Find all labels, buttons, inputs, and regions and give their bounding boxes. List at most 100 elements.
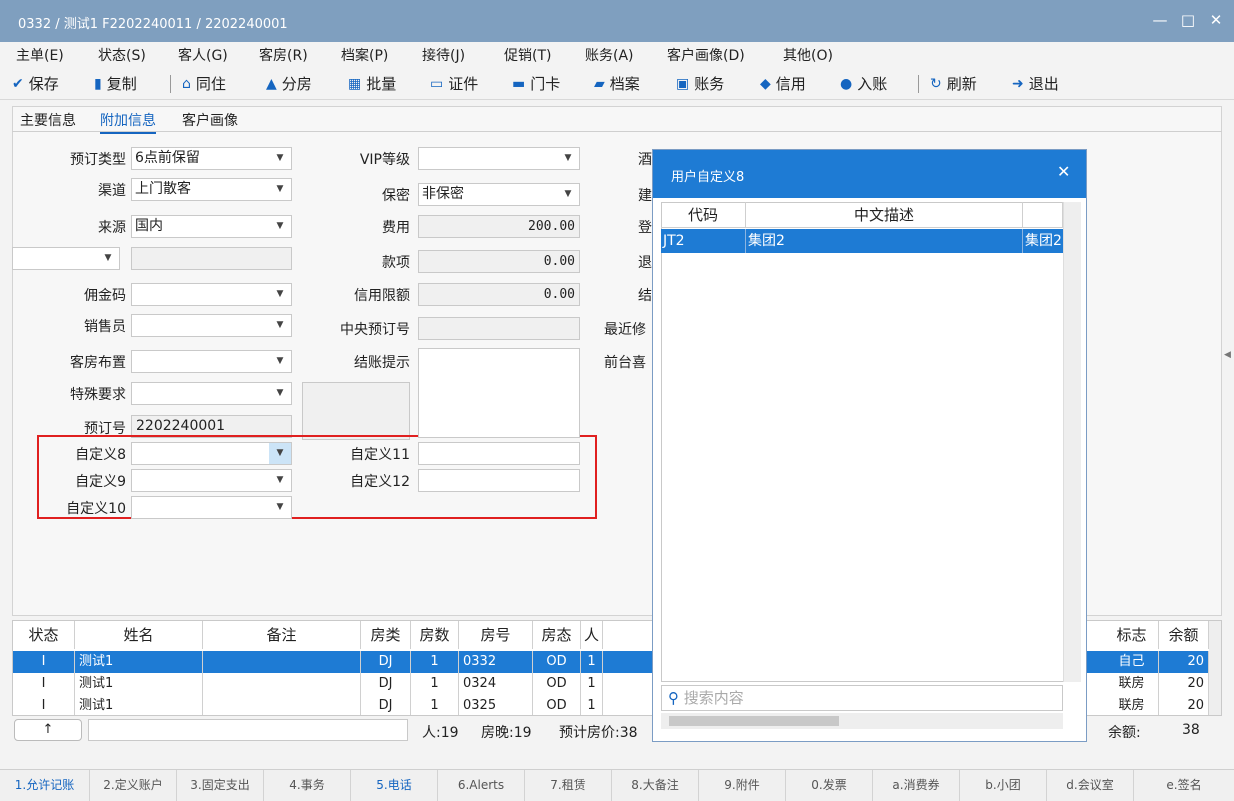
maximize-button[interactable]: □ <box>1178 11 1198 29</box>
col-balance[interactable]: 余额 <box>1159 621 1209 649</box>
menu-other[interactable]: 其他(O) <box>783 45 833 65</box>
minimize-button[interactable]: — <box>1150 11 1170 29</box>
search-icon: ⚲ <box>668 689 679 707</box>
archive-button[interactable]: ▰ 档案 <box>594 73 640 94</box>
hidden-label-3: 登 <box>638 220 652 236</box>
custom12-field[interactable] <box>418 469 580 492</box>
col-status[interactable]: 状态 <box>13 621 75 649</box>
close-button[interactable]: ✕ <box>1206 11 1226 29</box>
chevron-down-icon: ▼ <box>276 356 284 366</box>
col-room-count[interactable]: 房数 <box>411 621 459 649</box>
tab-extra-info[interactable]: 附加信息 <box>100 110 156 134</box>
batch-button[interactable]: ▦ 批量 <box>348 73 396 94</box>
refresh-button[interactable]: ↻ 刷新 <box>930 73 977 94</box>
col-room-state[interactable]: 房态 <box>533 621 581 649</box>
tab-customer-profile[interactable]: 客户画像 <box>182 110 238 130</box>
unlabeled-select[interactable]: ▼ <box>12 247 120 270</box>
certificate-button[interactable]: ▭ 证件 <box>430 73 478 94</box>
grid-scrollbar[interactable] <box>1209 621 1221 715</box>
fn-define-account[interactable]: 2.定义账户 <box>90 770 177 801</box>
list-item[interactable]: JT2 集团2 集团2 <box>661 229 1063 253</box>
menu-bar: 主单(E) 状态(S) 客人(G) 客房(R) 档案(P) 接待(J) 促销(T… <box>0 42 1234 66</box>
fn-coupon[interactable]: a.消费券 <box>873 770 960 801</box>
fn-lease[interactable]: 7.租赁 <box>525 770 612 801</box>
room-layout-select[interactable]: ▼ <box>131 350 292 373</box>
menu-guest[interactable]: 客人(G) <box>178 45 228 65</box>
menu-status[interactable]: 状态(S) <box>98 45 146 65</box>
room-card-button[interactable]: ▬ 门卡 <box>512 73 560 94</box>
photo-box <box>302 382 410 440</box>
fn-fixed-expense[interactable]: 3.固定支出 <box>177 770 264 801</box>
fn-affairs[interactable]: 4.事务 <box>264 770 351 801</box>
menu-reception[interactable]: 接待(J) <box>422 45 465 65</box>
col-name[interactable]: 姓名 <box>75 621 203 649</box>
cell-room-count: 1 <box>411 651 459 673</box>
fn-small-group[interactable]: b.小团 <box>960 770 1047 801</box>
summary-input[interactable] <box>88 719 408 741</box>
cohabit-button[interactable]: ⌂ 同住 <box>182 73 226 94</box>
fn-signature[interactable]: e.签名 <box>1134 770 1234 801</box>
col-code[interactable]: 代码 <box>661 202 746 228</box>
save-button[interactable]: ✔ 保存 <box>12 73 59 94</box>
split-room-button[interactable]: ▲ 分房 <box>266 73 312 94</box>
cell-person: 1 <box>581 651 603 673</box>
custom8-select[interactable]: ▼ <box>131 442 292 465</box>
fn-invoice[interactable]: 0.发票 <box>786 770 873 801</box>
account-button[interactable]: ▣ 账务 <box>676 73 724 94</box>
fn-big-note[interactable]: 8.大备注 <box>612 770 699 801</box>
fn-alerts[interactable]: 6.Alerts <box>438 770 525 801</box>
fn-attachment[interactable]: 9.附件 <box>699 770 786 801</box>
special-request-select[interactable]: ▼ <box>131 382 292 405</box>
post-button[interactable]: ● 入账 <box>840 73 887 94</box>
col-room-type[interactable]: 房类 <box>361 621 411 649</box>
menu-archive[interactable]: 档案(P) <box>341 45 388 65</box>
col-extra[interactable] <box>1023 202 1063 228</box>
col-note[interactable]: 备注 <box>203 621 361 649</box>
dialog-hscrollbar[interactable] <box>661 713 1063 729</box>
people-count: 人:19 <box>422 725 459 741</box>
custom10-select[interactable]: ▼ <box>131 496 292 519</box>
menu-profile[interactable]: 客户画像(D) <box>667 45 745 65</box>
scroll-thumb[interactable] <box>669 716 839 726</box>
copy-button[interactable]: ▮ 复制 <box>94 73 137 94</box>
booking-type-select[interactable]: 6点前保留 ▼ <box>131 147 292 170</box>
menu-main[interactable]: 主单(E) <box>16 45 64 65</box>
checkout-tip-textarea[interactable] <box>418 348 580 438</box>
dialog-scrollbar[interactable] <box>1063 202 1081 682</box>
credit-button[interactable]: ◆ 信用 <box>760 73 806 94</box>
item-extra: 集团2 <box>1025 233 1062 249</box>
fn-allow-charge[interactable]: 1.允许记账 <box>0 770 90 801</box>
chevron-down-icon: ▼ <box>276 388 284 398</box>
item-code: JT2 <box>661 229 746 253</box>
scroll-up-button[interactable]: ↑ <box>14 719 82 741</box>
col-room-no[interactable]: 房号 <box>459 621 533 649</box>
menu-promo[interactable]: 促销(T) <box>504 45 551 65</box>
search-input[interactable]: ⚲ 搜索内容 <box>661 685 1063 711</box>
cell-room-state: OD <box>533 673 581 695</box>
cell-room-no: 0325 <box>459 695 533 715</box>
collapse-arrow-icon[interactable]: ◀ <box>1224 350 1231 360</box>
fn-phone[interactable]: 5.电话 <box>351 770 438 801</box>
col-flag[interactable]: 标志 <box>1105 621 1159 649</box>
commission-select[interactable]: ▼ <box>131 283 292 306</box>
custom9-select[interactable]: ▼ <box>131 469 292 492</box>
tab-main-info[interactable]: 主要信息 <box>20 110 76 130</box>
vip-select[interactable]: ▼ <box>418 147 580 170</box>
menu-room[interactable]: 客房(R) <box>259 45 308 65</box>
fn-meeting-room[interactable]: d.会议室 <box>1047 770 1134 801</box>
hidden-label-4: 退 <box>638 255 652 271</box>
exit-button[interactable]: ➜ 退出 <box>1012 73 1059 94</box>
sales-select[interactable]: ▼ <box>131 314 292 337</box>
secret-select[interactable]: 非保密 ▼ <box>418 183 580 206</box>
col-description[interactable]: 中文描述 <box>746 202 1023 228</box>
custom11-field[interactable] <box>418 442 580 465</box>
col-person[interactable]: 人 <box>581 621 603 649</box>
channel-select[interactable]: 上门散客 ▼ <box>131 178 292 201</box>
chevron-down-icon: ▼ <box>276 153 284 163</box>
source-select[interactable]: 国内 ▼ <box>131 215 292 238</box>
vip-label: VIP等级 <box>359 152 410 168</box>
cell-room-no: 0324 <box>459 673 533 695</box>
credit-limit-field: 0.00 <box>418 283 580 306</box>
dialog-close-icon[interactable]: ✕ <box>1057 162 1070 181</box>
menu-account[interactable]: 账务(A) <box>585 45 634 65</box>
